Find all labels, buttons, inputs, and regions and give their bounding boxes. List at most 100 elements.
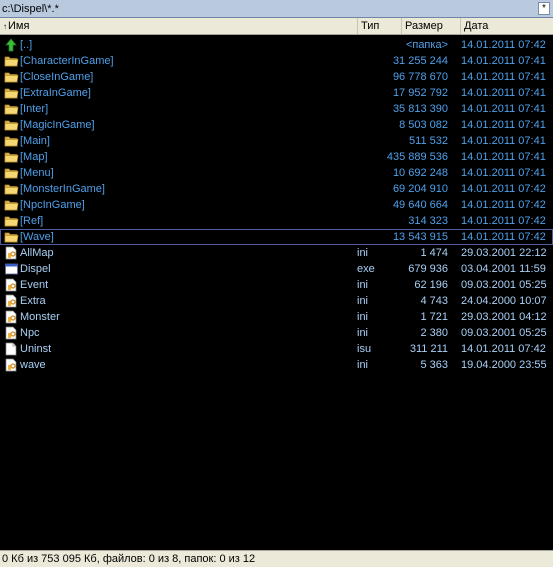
folder-row[interactable]: [MagicInGame] 8 503 082 14.01.2011 07:41 <box>0 117 553 133</box>
folder-icon <box>4 118 19 132</box>
file-date: 14.01.2011 07:42 <box>461 199 546 211</box>
file-size: 511 532 <box>409 135 448 147</box>
file-name: Event <box>20 279 49 291</box>
file-date: 14.01.2011 07:41 <box>461 151 546 163</box>
folder-row[interactable]: [MonsterInGame] 69 204 910 14.01.2011 07:4… <box>0 181 553 197</box>
file-name: [Wave] <box>20 231 54 243</box>
ini-file-icon <box>4 326 19 340</box>
folder-row[interactable]: [CloseInGame] 96 778 670 14.01.2011 07:41 <box>0 69 553 85</box>
folder-row[interactable]: [ExtraInGame] 17 952 792 14.01.2011 07:41 <box>0 85 553 101</box>
column-type[interactable]: Тип <box>358 18 402 34</box>
column-date[interactable]: Дата <box>461 18 553 34</box>
file-size: 4 743 <box>420 295 448 307</box>
file-size: <папка> <box>405 39 448 51</box>
path-bar[interactable]: c:\Dispel\*.* * <box>0 0 553 18</box>
file-date: 14.01.2011 07:42 <box>461 183 546 195</box>
file-size: 49 640 664 <box>392 199 448 211</box>
file-name: [NpcInGame] <box>20 199 85 211</box>
ini-file-icon <box>4 310 19 324</box>
exe-file-icon <box>4 262 19 276</box>
file-row[interactable]: Extra ini 4 743 24.04.2000 10:07 <box>0 293 553 309</box>
file-list[interactable]: [..] <папка> 14.01.2011 07:42 [CharacterInG… <box>0 35 553 550</box>
file-date: 14.01.2011 07:41 <box>461 55 546 67</box>
folder-row[interactable]: [Main] 511 532 14.01.2011 07:41 <box>0 133 553 149</box>
file-size: 1 474 <box>420 247 448 259</box>
file-name: [Map] <box>20 151 48 163</box>
file-name: [ExtraInGame] <box>20 87 91 99</box>
file-name: [..] <box>20 39 33 51</box>
file-name: Monster <box>20 311 60 323</box>
folder-row[interactable]: [Ref] 314 323 14.01.2011 07:42 <box>0 213 553 229</box>
column-type-label: Тип <box>361 20 380 32</box>
folder-row[interactable]: [NpcInGame] 49 640 664 14.01.2011 07:42 <box>0 197 553 213</box>
file-name: AllMap <box>20 247 54 259</box>
folder-icon <box>4 198 19 212</box>
file-size: 2 380 <box>420 327 448 339</box>
file-date: 09.03.2001 05:25 <box>461 327 547 339</box>
file-date: 29.03.2001 04:12 <box>461 311 547 323</box>
file-date: 09.03.2001 05:25 <box>461 279 547 291</box>
file-row[interactable]: Dispel exe 679 936 03.04.2001 11:59 <box>0 261 553 277</box>
file-date: 14.01.2011 07:41 <box>461 103 546 115</box>
file-size: 62 196 <box>414 279 448 291</box>
column-date-label: Дата <box>464 20 489 32</box>
folder-icon <box>4 182 19 196</box>
file-date: 14.01.2011 07:42 <box>461 343 546 355</box>
file-size: 35 813 390 <box>392 103 448 115</box>
file-date: 14.01.2011 07:42 <box>461 215 546 227</box>
file-name: [Main] <box>20 135 50 147</box>
file-date: 14.01.2011 07:41 <box>461 167 546 179</box>
folder-row[interactable]: [Map] 435 889 536 14.01.2011 07:41 <box>0 149 553 165</box>
file-name: Uninst <box>20 343 52 355</box>
file-name: [CharacterInGame] <box>20 55 114 67</box>
file-name: Extra <box>20 295 46 307</box>
file-size: 435 889 536 <box>386 151 448 163</box>
file-size: 8 503 082 <box>399 119 448 131</box>
file-date: 14.01.2011 07:41 <box>461 87 546 99</box>
file-size: 679 936 <box>408 263 448 275</box>
file-row[interactable]: Event ini 62 196 09.03.2001 05:25 <box>0 277 553 293</box>
file-size: 314 323 <box>408 215 448 227</box>
file-row[interactable]: Npc ini 2 380 09.03.2001 05:25 <box>0 325 553 341</box>
file-size: 96 778 670 <box>392 71 448 83</box>
file-name: wave <box>20 359 46 371</box>
file-size: 17 952 792 <box>392 87 448 99</box>
file-date: 14.01.2011 07:42 <box>461 39 546 51</box>
ini-file-icon <box>4 358 19 372</box>
file-row[interactable]: AllMap ini 1 474 29.03.2001 22:12 <box>0 245 553 261</box>
file-name: Dispel <box>20 263 51 275</box>
folder-row[interactable]: [CharacterInGame] 31 255 244 14.01.2011 07… <box>0 53 553 69</box>
file-size: 1 721 <box>420 311 448 323</box>
file-date: 29.03.2001 22:12 <box>461 247 547 259</box>
file-name: [Inter] <box>20 103 49 115</box>
file-name: [MagicInGame] <box>20 119 95 131</box>
isu-file-icon <box>4 342 19 356</box>
sort-up-icon: ↑ <box>3 22 7 31</box>
file-date: 14.01.2011 07:41 <box>461 119 546 131</box>
folder-row[interactable]: [Inter] 35 813 390 14.01.2011 07:41 <box>0 101 553 117</box>
parent-dir-row[interactable]: [..] <папка> 14.01.2011 07:42 <box>0 37 553 53</box>
current-path[interactable]: c:\Dispel\*.* <box>2 3 59 15</box>
ini-file-icon <box>4 278 19 292</box>
status-bar: 0 Кб из 753 095 Кб, файлов: 0 из 8, папо… <box>0 550 553 567</box>
file-date: 14.01.2011 07:41 <box>461 135 546 147</box>
folder-icon <box>4 54 19 68</box>
file-row[interactable]: Monster ini 1 721 29.03.2001 04:12 <box>0 309 553 325</box>
folder-icon <box>4 102 19 116</box>
column-name[interactable]: ↑Имя <box>0 18 358 34</box>
file-row[interactable]: wave ini 5 363 19.04.2000 23:55 <box>0 357 553 373</box>
column-size[interactable]: Размер <box>402 18 461 34</box>
file-size: 10 692 248 <box>392 167 448 179</box>
column-header: ↑Имя Тип Размер Дата <box>0 18 553 35</box>
file-date: 03.04.2001 11:59 <box>461 263 546 275</box>
folder-icon <box>4 70 19 84</box>
ini-file-icon <box>4 294 19 308</box>
folder-row[interactable]: [Menu] 10 692 248 14.01.2011 07:41 <box>0 165 553 181</box>
file-name: [MonsterInGame] <box>20 183 105 195</box>
file-row[interactable]: Uninst isu 311 211 14.01.2011 07:42 <box>0 341 553 357</box>
folder-icon <box>4 86 19 100</box>
status-text: 0 Кб из 753 095 Кб, файлов: 0 из 8, папо… <box>2 553 256 565</box>
history-button[interactable]: * <box>538 2 550 15</box>
file-name: Npc <box>20 327 40 339</box>
folder-row[interactable]: [Wave] 13 543 915 14.01.2011 07:42 <box>0 229 553 245</box>
